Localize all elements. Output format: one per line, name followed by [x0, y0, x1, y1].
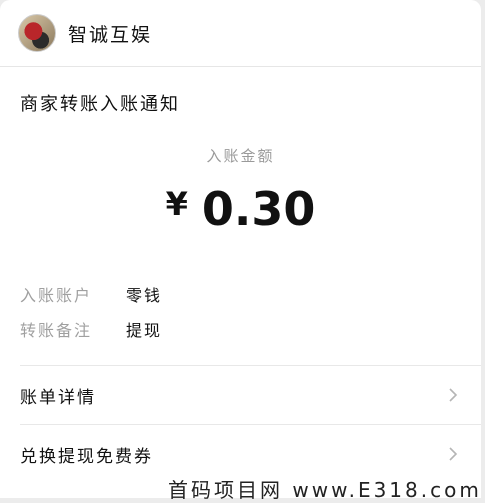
detail-value: 零钱 [126, 286, 163, 305]
amount-value: 0.30 [201, 182, 316, 236]
detail-value: 提现 [126, 321, 163, 340]
detail-row-account: 入账账户 零钱 [20, 282, 162, 306]
amount: ¥0.30 [0, 182, 481, 236]
detail-key: 转账备注 [20, 321, 93, 340]
chevron-right-icon [449, 447, 458, 461]
watermark: 首码项目网 www.E318.com [168, 478, 482, 502]
avatar[interactable] [18, 14, 56, 52]
sender-name[interactable]: 智诚互娱 [68, 20, 152, 47]
bill-details-label: 账单详情 [20, 387, 96, 408]
header: 智诚互娱 [0, 0, 481, 67]
amount-label: 入账金额 [206, 147, 275, 165]
bill-details-row[interactable]: 账单详情 [0, 366, 481, 424]
detail-row-remark: 转账备注 提现 [20, 317, 162, 341]
detail-key: 入账账户 [20, 286, 93, 305]
currency-symbol: ¥ [165, 185, 188, 223]
redeem-coupon-label: 兑换提现免费券 [20, 446, 153, 467]
chevron-right-icon [449, 388, 458, 402]
notice-title: 商家转账入账通知 [20, 94, 180, 115]
notification-card: 智诚互娱 商家转账入账通知 入账金额 ¥0.30 入账账户 零钱 转账备注 提现 账… [0, 0, 481, 498]
